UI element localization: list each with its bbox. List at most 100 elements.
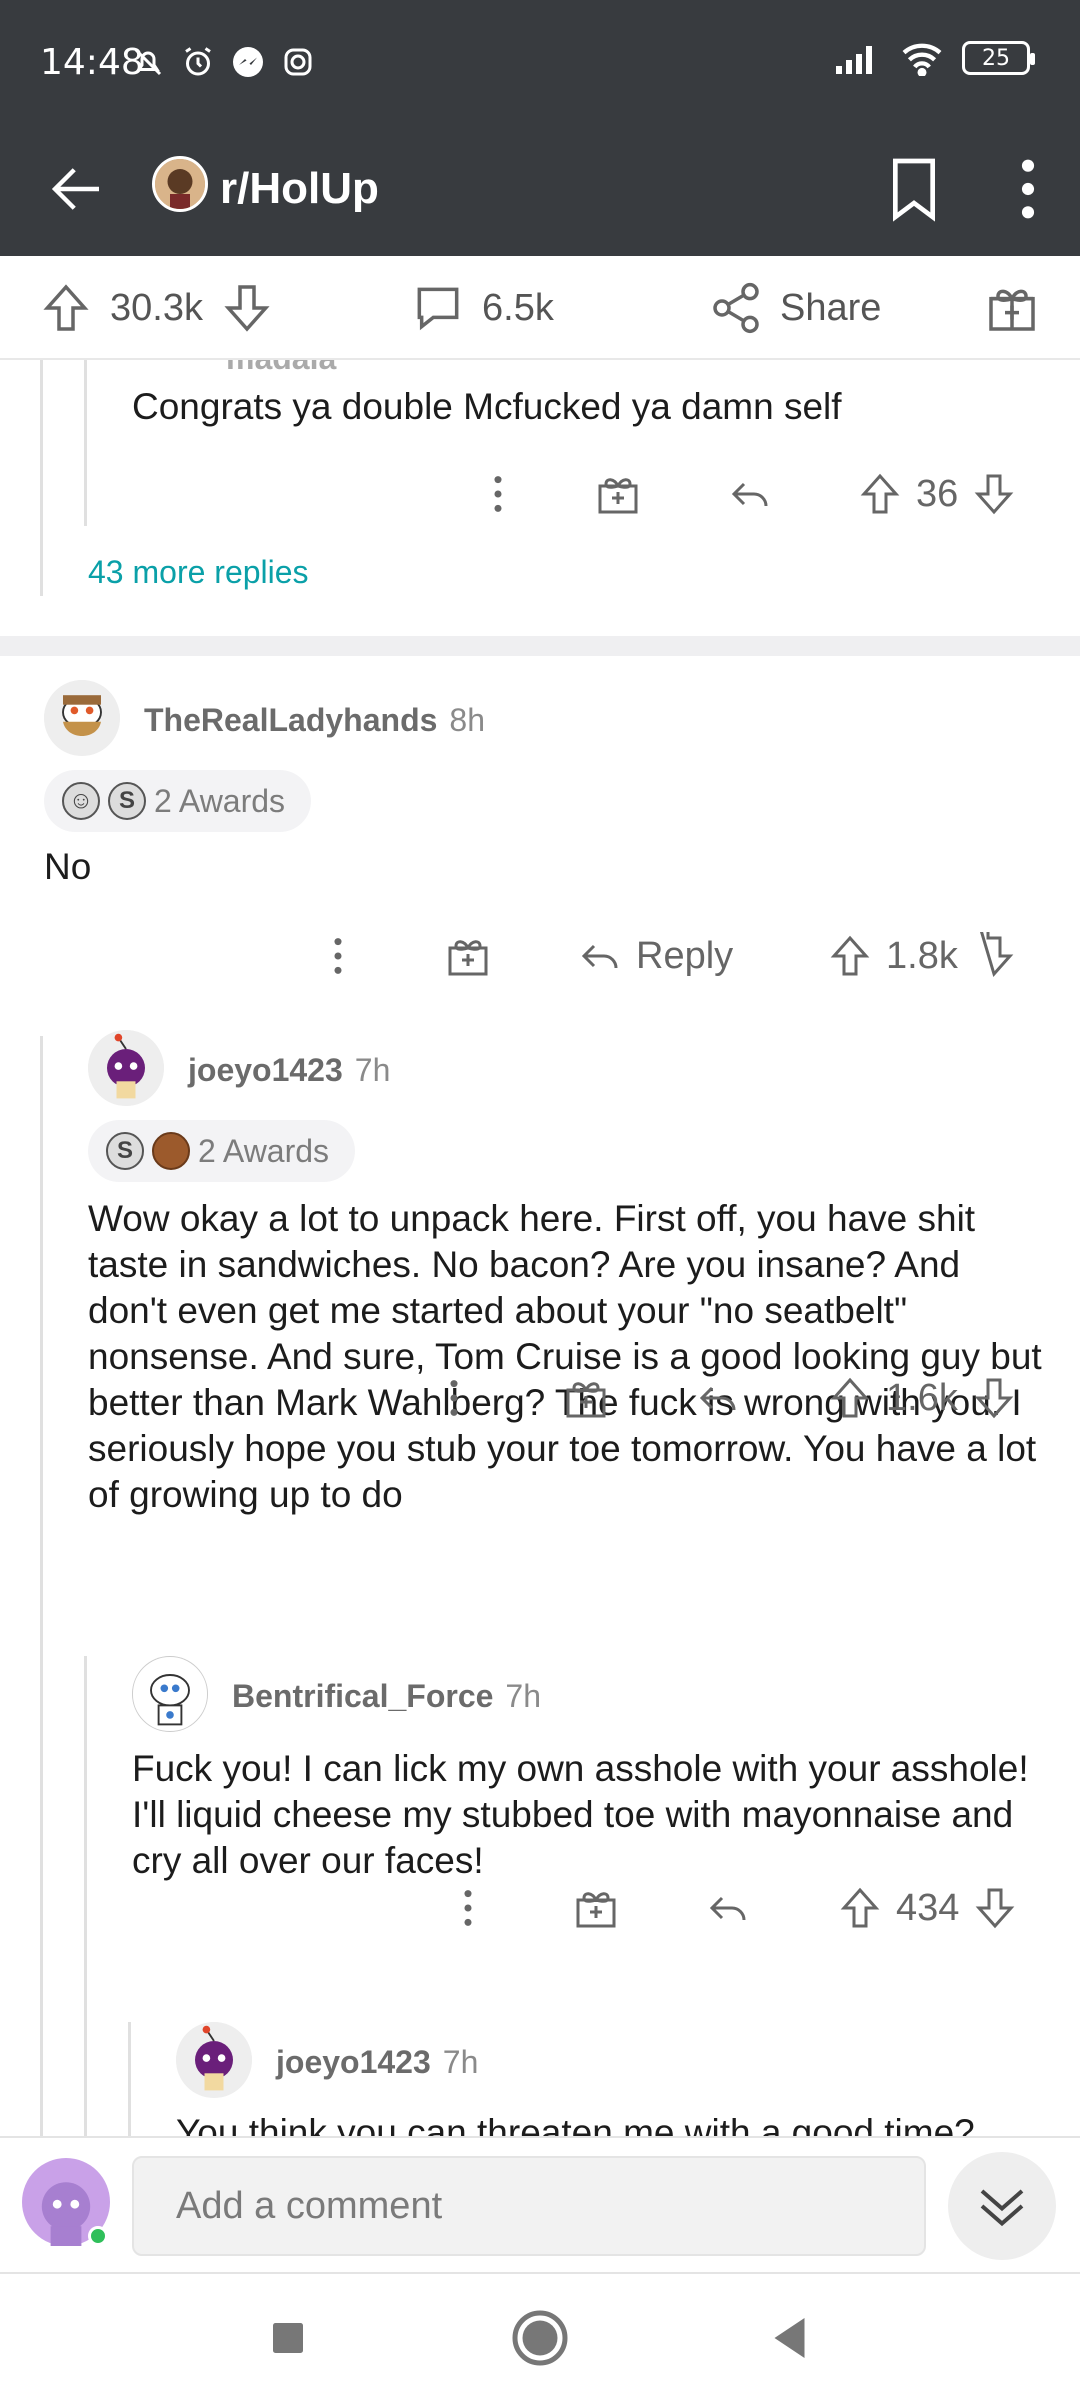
comment-text: Fuck you! I can lick my own asshole with… bbox=[132, 1748, 1029, 1881]
avatar[interactable] bbox=[88, 1030, 164, 1106]
comment-actions: 434 bbox=[0, 1878, 1080, 1938]
comments-count: 6.5k bbox=[482, 286, 554, 329]
comment-bar: Add a comment bbox=[0, 2136, 1080, 2272]
downvote-icon[interactable] bbox=[970, 470, 1018, 518]
username-text[interactable]: joeyo1423 bbox=[276, 2044, 431, 2080]
add-comment-input[interactable]: Add a comment bbox=[132, 2156, 926, 2256]
upvote-icon[interactable] bbox=[826, 932, 874, 980]
award-icon: ☺ bbox=[62, 782, 100, 820]
comment-score: 36 bbox=[916, 472, 959, 515]
collapse-comments-button[interactable] bbox=[948, 2152, 1056, 2260]
comment-time: 7h bbox=[442, 2044, 479, 2080]
comment-username[interactable]: TheRealLadyhands 8h bbox=[144, 702, 485, 739]
gift-icon[interactable] bbox=[444, 932, 492, 980]
share-icon bbox=[713, 282, 759, 334]
comment-username[interactable]: Bentrifical_Force 7h bbox=[232, 1678, 541, 1715]
comment-text: Wow okay a lot to unpack here. First off… bbox=[88, 1198, 1042, 1515]
gift-icon bbox=[989, 289, 1035, 331]
silver-award-icon: S bbox=[106, 1132, 144, 1170]
comment-username[interactable]: joeyo1423 7h bbox=[276, 2044, 478, 2081]
award-button[interactable] bbox=[984, 276, 1040, 340]
wifi-icon bbox=[902, 43, 942, 76]
back-arrow-icon[interactable] bbox=[44, 156, 110, 222]
avatar[interactable] bbox=[44, 680, 120, 756]
reply-icon[interactable] bbox=[694, 1374, 742, 1422]
messenger-icon bbox=[233, 47, 263, 77]
comment-actions: 1.6k bbox=[0, 1368, 1080, 1428]
awards-badge[interactable]: ☺ S 2 Awards bbox=[44, 770, 312, 832]
app-bar: r/HolUp bbox=[0, 126, 1080, 256]
comment-actions: 36 bbox=[0, 464, 1080, 524]
thread-line bbox=[128, 2022, 131, 2136]
upvote-icon[interactable] bbox=[856, 470, 904, 518]
username-text[interactable]: TheRealLadyhands bbox=[144, 702, 437, 738]
status-time: 14:48 bbox=[40, 42, 144, 83]
downvote-icon[interactable] bbox=[971, 1884, 1019, 1932]
comment-time: 7h bbox=[505, 1678, 542, 1714]
recent-apps-icon[interactable] bbox=[258, 2308, 318, 2368]
comment-score: 1.8k bbox=[886, 934, 958, 977]
comment-icon bbox=[417, 287, 459, 331]
username-text[interactable]: joeyo1423 bbox=[188, 1052, 343, 1088]
more-options-icon[interactable] bbox=[474, 470, 522, 518]
avatar[interactable] bbox=[176, 2022, 252, 2098]
thread-line bbox=[40, 1036, 43, 2136]
reply-icon[interactable] bbox=[704, 1884, 752, 1932]
post-action-bar: 30.3k 6.5k Share bbox=[0, 256, 1080, 360]
share-button[interactable]: Share bbox=[708, 276, 881, 340]
more-options-icon[interactable] bbox=[430, 1374, 478, 1422]
upvote-icon[interactable] bbox=[38, 280, 94, 336]
upvote-icon[interactable] bbox=[826, 1374, 874, 1422]
comments-count-button[interactable]: 6.5k bbox=[410, 276, 554, 340]
comment-score: 434 bbox=[896, 1886, 960, 1929]
bear-award-icon bbox=[152, 1132, 190, 1170]
bookmark-icon[interactable] bbox=[886, 154, 942, 224]
comment-time: 7h bbox=[354, 1052, 391, 1088]
awards-badge[interactable]: S 2 Awards bbox=[88, 1120, 356, 1182]
gift-icon[interactable] bbox=[594, 470, 642, 518]
gift-icon[interactable] bbox=[562, 1374, 610, 1422]
downvote-icon[interactable] bbox=[970, 1374, 1018, 1422]
alarm-icon bbox=[185, 47, 211, 76]
system-nav-bar bbox=[0, 2272, 1080, 2400]
instagram-icon bbox=[284, 48, 312, 76]
silver-award-icon: S bbox=[108, 782, 146, 820]
post-score: 30.3k bbox=[110, 286, 203, 329]
more-options-icon[interactable] bbox=[314, 932, 362, 980]
gift-icon[interactable] bbox=[572, 1884, 620, 1932]
notification-off-icon bbox=[134, 48, 162, 76]
comment-text: Congrats ya double Mcfucked ya damn self bbox=[132, 386, 842, 427]
battery-level: 25 bbox=[982, 45, 1010, 71]
subreddit-avatar[interactable] bbox=[152, 156, 208, 212]
reply-icon[interactable] bbox=[726, 470, 774, 518]
comment-username[interactable]: joeyo1423 7h bbox=[188, 1052, 390, 1089]
username-text[interactable]: Bentrifical_Force bbox=[232, 1678, 493, 1714]
battery-indicator: 25 bbox=[962, 41, 1035, 75]
signal-icon bbox=[836, 46, 872, 74]
awards-count: 2 Awards bbox=[154, 782, 286, 819]
downvote-icon[interactable] bbox=[970, 932, 1018, 980]
upvote-icon[interactable] bbox=[836, 1884, 884, 1932]
subreddit-title[interactable]: r/HolUp bbox=[220, 156, 379, 222]
downvote-icon[interactable] bbox=[219, 280, 275, 336]
comment-time: 8h bbox=[449, 702, 485, 738]
back-icon[interactable] bbox=[762, 2308, 822, 2368]
comment-separator bbox=[0, 636, 1080, 656]
share-label: Share bbox=[780, 286, 882, 329]
home-icon[interactable] bbox=[510, 2308, 570, 2368]
double-chevron-down-icon bbox=[980, 2189, 1024, 2227]
reply-label: Reply bbox=[636, 934, 734, 977]
comment-username[interactable]: madala bbox=[226, 360, 336, 377]
more-replies-link[interactable]: 43 more replies bbox=[88, 554, 309, 591]
awards-count: 2 Awards bbox=[198, 1132, 330, 1169]
status-bar: 14:48 25 bbox=[0, 0, 1080, 126]
comments-list: madala Congrats ya double Mcfucked ya da… bbox=[0, 360, 1080, 2136]
comment-actions: Reply 1.8k bbox=[0, 926, 1080, 986]
comment-text: You think you can threaten me with a goo… bbox=[176, 2112, 975, 2136]
comment-score: 1.6k bbox=[886, 1376, 958, 1419]
more-options-icon[interactable] bbox=[1008, 154, 1048, 224]
more-options-icon[interactable] bbox=[444, 1884, 492, 1932]
avatar[interactable] bbox=[132, 1656, 208, 1732]
reply-button[interactable]: Reply bbox=[576, 926, 733, 986]
comment-text: No bbox=[44, 846, 92, 887]
